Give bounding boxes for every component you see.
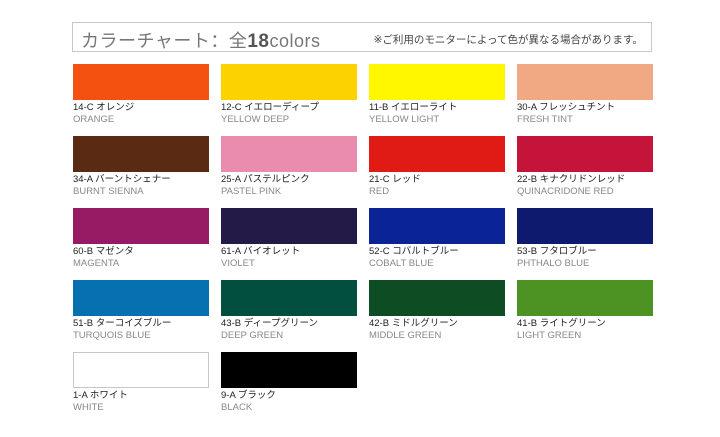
swatch-code-label: 53-B フタロブルー xyxy=(517,246,597,257)
color-swatch xyxy=(221,352,357,388)
swatch-code-label: 60-B マゼンタ xyxy=(73,246,134,257)
swatch-english-name: VIOLET xyxy=(221,258,255,269)
monitor-disclaimer: ※ご利用のモニターによって色が異なる場合があります。 xyxy=(373,34,643,46)
color-swatch xyxy=(221,64,357,100)
header-title-prefix: カラーチャート：全 xyxy=(81,31,248,51)
swatch-english-name: ORANGE xyxy=(73,114,115,125)
color-swatch xyxy=(221,208,357,244)
color-swatch xyxy=(221,136,357,172)
swatch-english-name: YELLOW DEEP xyxy=(221,114,290,125)
swatch-item: 9-A ブラック BLACK xyxy=(221,352,357,414)
swatch-english-name: PHTHALO BLUE xyxy=(517,258,590,269)
color-swatch xyxy=(517,208,653,244)
swatch-item: 34-A バーントシェナー BURNT SIENNA xyxy=(73,136,209,198)
header-title: カラーチャート：全18colors xyxy=(81,27,320,53)
swatch-item: 30-A フレッシュチント FRESH TINT xyxy=(517,64,653,126)
swatch-item: 42-B ミドルグリーン MIDDLE GREEN xyxy=(369,280,505,342)
color-swatch xyxy=(73,352,209,388)
swatch-english-name: PASTEL PINK xyxy=(221,186,282,197)
swatch-english-name: WHITE xyxy=(73,402,104,413)
swatch-code-label: 42-B ミドルグリーン xyxy=(369,318,458,329)
swatch-english-name: RED xyxy=(369,186,390,197)
swatch-code-label: 11-B イエローライト xyxy=(369,102,458,113)
swatch-english-name: MAGENTA xyxy=(73,258,120,269)
swatch-english-name: TURQUOIS BLUE xyxy=(73,330,151,341)
swatch-english-name: QUINACRIDONE RED xyxy=(517,186,614,197)
color-swatch xyxy=(517,280,653,316)
swatch-item: 12-C イエローディープ YELLOW DEEP xyxy=(221,64,357,126)
swatch-english-name: LIGHT GREEN xyxy=(517,330,582,341)
swatch-code-label: 41-B ライトグリーン xyxy=(517,318,606,329)
swatch-item: 22-B キナクリドンレッド QUINACRIDONE RED xyxy=(517,136,653,198)
swatch-english-name: DEEP GREEN xyxy=(221,330,284,341)
color-swatch xyxy=(73,208,209,244)
color-swatch xyxy=(73,280,209,316)
swatch-english-name: COBALT BLUE xyxy=(369,258,434,269)
color-swatch xyxy=(369,136,505,172)
color-swatch xyxy=(369,208,505,244)
swatch-code-label: 21-C レッド xyxy=(369,174,421,185)
swatch-code-label: 14-C オレンジ xyxy=(73,102,135,113)
swatch-code-label: 61-A バイオレット xyxy=(221,246,301,257)
swatch-item: 21-C レッド RED xyxy=(369,136,505,198)
color-swatch xyxy=(73,136,209,172)
swatch-item: 53-B フタロブルー PHTHALO BLUE xyxy=(517,208,653,270)
swatch-item: 51-B ターコイズブルー TURQUOIS BLUE xyxy=(73,280,209,342)
swatch-item: 60-B マゼンタ MAGENTA xyxy=(73,208,209,270)
color-count: 18 xyxy=(247,31,270,52)
color-swatch xyxy=(517,64,653,100)
swatch-item: 25-A パステルピンク PASTEL PINK xyxy=(221,136,357,198)
swatch-english-name: YELLOW LIGHT xyxy=(369,114,440,125)
swatch-english-name: MIDDLE GREEN xyxy=(369,330,442,341)
color-swatch xyxy=(73,64,209,100)
swatch-code-label: 1-A ホワイト xyxy=(73,390,128,401)
swatch-code-label: 51-B ターコイズブルー xyxy=(73,318,172,329)
swatch-code-label: 30-A フレッシュチント xyxy=(517,102,616,113)
swatch-english-name: FRESH TINT xyxy=(517,114,573,125)
color-swatch xyxy=(369,64,505,100)
swatch-code-label: 25-A パステルピンク xyxy=(221,174,310,185)
color-swatch xyxy=(517,136,653,172)
swatch-item: 1-A ホワイト WHITE xyxy=(73,352,209,414)
swatch-item: 61-A バイオレット VIOLET xyxy=(221,208,357,270)
swatch-code-label: 52-C コバルトブルー xyxy=(369,246,459,257)
color-swatch xyxy=(221,280,357,316)
swatch-english-name: BURNT SIENNA xyxy=(73,186,144,197)
swatch-code-label: 34-A バーントシェナー xyxy=(73,174,171,185)
swatch-item: 11-B イエローライト YELLOW LIGHT xyxy=(369,64,505,126)
swatch-item: 52-C コバルトブルー COBALT BLUE xyxy=(369,208,505,270)
swatch-item: 14-C オレンジ ORANGE xyxy=(73,64,209,126)
color-chart-header: カラーチャート：全18colors ※ご利用のモニターによって色が異なる場合があ… xyxy=(72,22,652,52)
swatch-code-label: 43-B ディープグリーン xyxy=(221,318,318,329)
swatch-item: 43-B ディープグリーン DEEP GREEN xyxy=(221,280,357,342)
swatch-item: 41-B ライトグリーン LIGHT GREEN xyxy=(517,280,653,342)
color-swatch xyxy=(369,280,505,316)
swatch-code-label: 9-A ブラック xyxy=(221,390,276,401)
swatch-code-label: 22-B キナクリドンレッド xyxy=(517,174,626,185)
header-title-suffix: colors xyxy=(269,31,321,51)
swatch-english-name: BLACK xyxy=(221,402,253,413)
swatch-code-label: 12-C イエローディープ xyxy=(221,102,319,113)
